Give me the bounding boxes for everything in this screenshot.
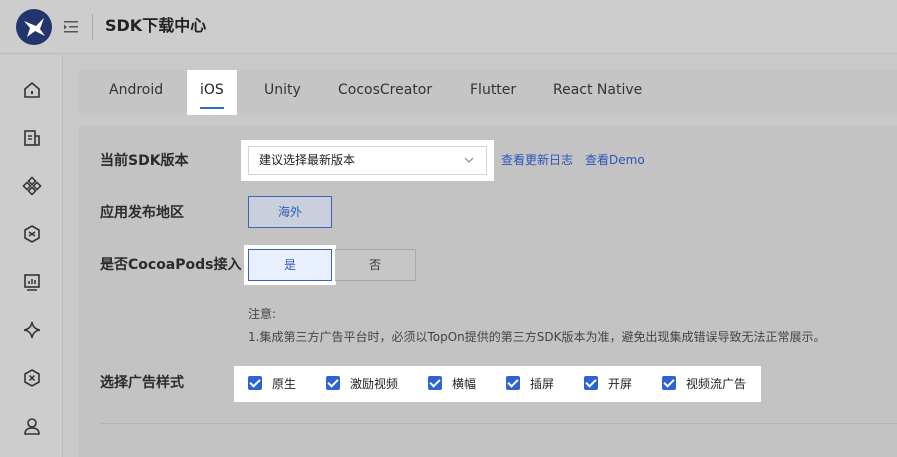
top-header: SDK下载中心 xyxy=(0,0,897,54)
sdk-version-label: 当前SDK版本 xyxy=(100,153,189,169)
cross-hexagon-icon[interactable] xyxy=(22,368,42,388)
ad-style-label-feed-video: 视频流广告 xyxy=(686,377,747,391)
platform-tabs: Android iOS Unity CocosCreator Flutter R… xyxy=(79,70,897,115)
ad-style-label-splash: 开屏 xyxy=(608,377,633,391)
checkbox-checked-icon xyxy=(662,376,676,390)
page-title: SDK下载中心 xyxy=(105,16,207,35)
tab-react-native[interactable]: React Native xyxy=(553,70,642,115)
checkbox-checked-icon xyxy=(584,376,598,390)
note-title: 注意: xyxy=(248,307,277,321)
grid-icon[interactable] xyxy=(22,176,42,196)
tab-android[interactable]: Android xyxy=(109,70,163,115)
ad-style-label-interstitial: 插屏 xyxy=(530,377,555,391)
chart-icon[interactable] xyxy=(22,272,42,292)
ad-style-rewarded-checkbox[interactable]: 激励视频 xyxy=(326,376,398,392)
sparkle-icon[interactable] xyxy=(22,320,42,340)
tab-cocoscreator[interactable]: CocosCreator xyxy=(338,70,432,115)
ad-style-label-banner: 横幅 xyxy=(452,377,477,391)
app-logo[interactable] xyxy=(16,9,52,45)
region-overseas-button[interactable]: 海外 xyxy=(248,196,332,228)
checkbox-checked-icon xyxy=(506,376,520,390)
section-divider xyxy=(100,423,897,424)
sdk-version-value: 建议选择最新版本 xyxy=(259,153,356,167)
chevron-down-icon xyxy=(464,157,474,163)
cocoapods-yes-button[interactable]: 是 xyxy=(248,249,332,281)
changelog-link[interactable]: 查看更新日志 xyxy=(501,152,573,168)
ad-style-splash-checkbox[interactable]: 开屏 xyxy=(584,376,632,392)
sdk-version-highlight: 建议选择最新版本 xyxy=(241,140,494,181)
tab-ios[interactable]: iOS xyxy=(187,70,237,115)
hexagon-icon[interactable] xyxy=(22,224,42,244)
sdk-version-select[interactable]: 建议选择最新版本 xyxy=(248,146,487,175)
checkbox-checked-icon xyxy=(428,376,442,390)
checkbox-checked-icon xyxy=(326,376,340,390)
ad-style-banner-checkbox[interactable]: 横幅 xyxy=(428,376,476,392)
ad-style-label-native: 原生 xyxy=(272,377,297,391)
home-icon[interactable] xyxy=(22,80,42,100)
ad-style-label: 选择广告样式 xyxy=(100,375,184,391)
ad-style-label-rewarded: 激励视频 xyxy=(350,377,399,391)
document-icon[interactable] xyxy=(22,128,42,148)
ad-style-native-checkbox[interactable]: 原生 xyxy=(248,376,296,392)
region-label: 应用发布地区 xyxy=(100,205,184,221)
demo-link[interactable]: 查看Demo xyxy=(585,152,645,168)
cocoapods-label: 是否CocoaPods接入 xyxy=(100,257,242,273)
sidebar xyxy=(0,55,63,457)
ad-style-feed-video-checkbox[interactable]: 视频流广告 xyxy=(662,376,746,392)
note-text: 1.集成第三方广告平台时，必须以TopOn提供的第三方SDK版本为准，避免出现集… xyxy=(248,330,826,344)
cocoapods-yes-highlight: 是 xyxy=(244,245,336,285)
menu-collapse-icon[interactable] xyxy=(64,19,78,33)
user-icon[interactable] xyxy=(22,416,42,436)
checkbox-checked-icon xyxy=(248,376,262,390)
ad-style-group: 原生 激励视频 横幅 插屏 开屏 视频流广告 xyxy=(234,366,761,402)
tab-unity[interactable]: Unity xyxy=(264,70,301,115)
ad-style-interstitial-checkbox[interactable]: 插屏 xyxy=(506,376,554,392)
cocoapods-no-button[interactable]: 否 xyxy=(335,249,416,281)
tab-flutter[interactable]: Flutter xyxy=(470,70,516,115)
header-divider xyxy=(92,14,93,40)
